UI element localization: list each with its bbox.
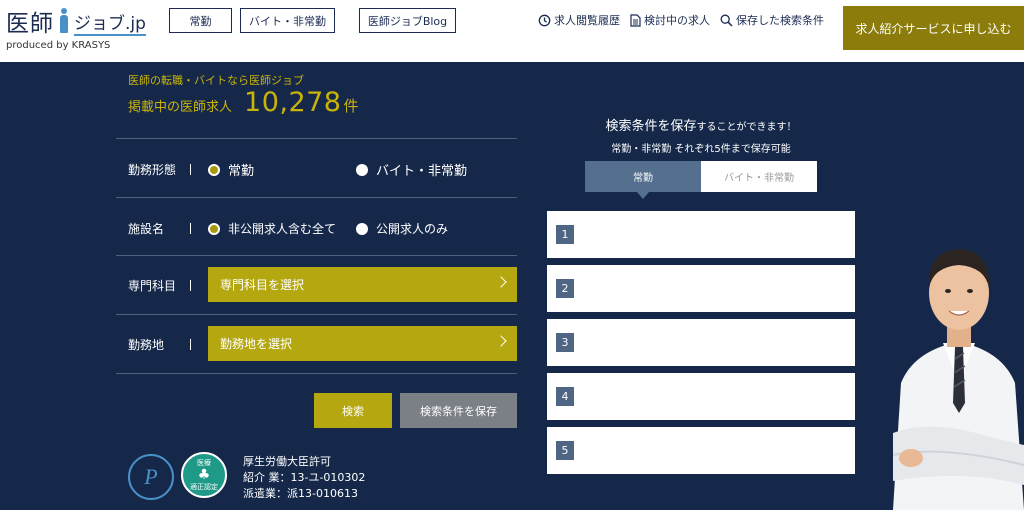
doctor-illustration	[893, 249, 1024, 510]
facility-label: 施設名	[128, 220, 191, 237]
people-icon: ♣	[197, 467, 211, 483]
specialty-select-button[interactable]: 専門科目を選択	[208, 267, 517, 302]
logo-text: 医師	[6, 11, 54, 37]
radio-label: 公開求人のみ	[376, 222, 449, 236]
search-button[interactable]: 検索	[314, 393, 392, 428]
slot-number: 5	[556, 441, 574, 460]
nav-parttime-button[interactable]: バイト・非常勤	[240, 8, 335, 33]
radio-checked-icon	[208, 163, 220, 176]
slot-number: 1	[556, 225, 574, 244]
location-label: 勤務地	[128, 336, 191, 353]
license-line: 厚生労働大臣許可	[243, 455, 331, 468]
badge-bottom-text: 適正認定	[190, 483, 218, 491]
facility-radio-public[interactable]: 公開求人のみ	[356, 220, 448, 237]
specialty-row: 専門科目	[128, 277, 191, 294]
slot-number: 2	[556, 279, 574, 298]
nav-fulltime-button[interactable]: 常勤	[169, 8, 232, 33]
specialty-label: 専門科目	[128, 277, 191, 294]
employment-row: 勤務形態	[128, 161, 191, 178]
logo-producer: produced by KRASYS	[6, 40, 111, 51]
considering-link-label: 検討中の求人	[644, 14, 710, 27]
privacy-mark-badge: P	[128, 454, 174, 500]
saved-search-title-strong: 検索条件を保存	[605, 119, 697, 134]
job-count-label: 掲載中の医師求人	[128, 100, 233, 115]
divider	[116, 373, 517, 374]
utility-links: 求人閲覧履歴 検討中の求人 保存した検索条件	[538, 12, 834, 28]
saved-search-title-rest: することができます！	[696, 122, 797, 133]
license-line: 派遣業：派13-010613	[243, 487, 358, 500]
saved-search-slot[interactable]: 3	[547, 319, 855, 366]
chevron-right-icon	[495, 276, 507, 288]
job-count-unit: 件	[343, 97, 359, 115]
medical-certification-badge: 医療 ♣ 適正認定	[181, 452, 227, 498]
tab-parttime[interactable]: バイト・非常勤	[701, 161, 817, 192]
radio-label: バイト・非常勤	[376, 164, 468, 179]
history-icon	[538, 14, 551, 26]
license-line: 紹介 業：13-ユ-010302	[243, 471, 366, 484]
tagline: 医師の転職・バイトなら医師ジョブ	[128, 74, 304, 87]
employment-radio-parttime[interactable]: バイト・非常勤	[356, 160, 467, 179]
location-select-button[interactable]: 勤務地を選択	[208, 326, 517, 361]
apply-service-button[interactable]: 求人紹介サービスに申し込む	[843, 6, 1024, 50]
radio-label: 非公開求人含む全て	[228, 222, 337, 236]
specialty-select-label: 専門科目を選択	[220, 278, 305, 292]
divider	[116, 255, 517, 256]
tab-fulltime[interactable]: 常勤	[585, 161, 701, 199]
job-count-number: 10,278	[244, 87, 342, 118]
slot-number: 4	[556, 387, 574, 406]
doctor-figure-icon	[58, 8, 70, 36]
job-count: 掲載中の医師求人 10,278 件	[128, 87, 359, 118]
logo-subtext: ジョブ.jp	[74, 9, 146, 36]
license-info: 厚生労働大臣許可 紹介 業：13-ユ-010302 派遣業：派13-010613	[243, 454, 365, 502]
saved-search-slot[interactable]: 2	[547, 265, 855, 312]
document-icon	[630, 13, 641, 27]
save-conditions-button[interactable]: 検索条件を保存	[400, 393, 517, 428]
nav-blog-button[interactable]: 医師ジョブBlog	[359, 8, 456, 33]
saved-search-slot[interactable]: 4	[547, 373, 855, 420]
saved-search-title: 検索条件を保存することができます！	[547, 115, 855, 134]
saved-search-slot[interactable]: 1	[547, 211, 855, 258]
divider	[116, 138, 517, 139]
facility-row: 施設名	[128, 220, 191, 237]
radio-unchecked-icon	[356, 222, 368, 235]
considering-link[interactable]: 検討中の求人	[630, 12, 710, 28]
saved-search-link[interactable]: 保存した検索条件	[720, 12, 824, 28]
site-header: 医師 ジョブ.jp produced by KRASYS 常勤 バイト・非常勤 …	[0, 0, 1024, 62]
divider	[116, 197, 517, 198]
radio-label: 常勤	[228, 164, 255, 179]
radio-checked-icon	[208, 222, 220, 235]
search-section: 医師の転職・バイトなら医師ジョブ 掲載中の医師求人 10,278 件 勤務形態 …	[0, 62, 1024, 510]
history-link-label: 求人閲覧履歴	[554, 14, 620, 27]
location-select-label: 勤務地を選択	[220, 337, 293, 351]
site-logo[interactable]: 医師 ジョブ.jp produced by KRASYS	[6, 4, 146, 51]
chevron-right-icon	[495, 335, 507, 347]
saved-search-link-label: 保存した検索条件	[736, 14, 824, 27]
location-row: 勤務地	[128, 336, 191, 353]
search-icon	[720, 14, 733, 27]
saved-search-slot[interactable]: 5	[547, 427, 855, 474]
facility-radio-all[interactable]: 非公開求人含む全て	[208, 220, 336, 237]
employment-radio-fulltime[interactable]: 常勤	[208, 160, 254, 179]
employment-label: 勤務形態	[128, 161, 191, 178]
saved-search-subtitle: 常勤・非常勤 それぞれ5件まで保存可能	[611, 144, 791, 155]
radio-unchecked-icon	[356, 163, 368, 176]
history-link[interactable]: 求人閲覧履歴	[538, 12, 620, 28]
divider	[116, 314, 517, 315]
slot-number: 3	[556, 333, 574, 352]
